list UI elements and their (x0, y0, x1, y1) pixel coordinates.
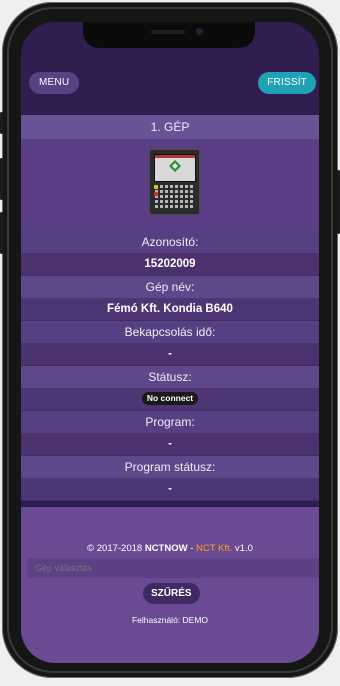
field-label-program: Program: (21, 411, 319, 433)
current-user: Felhasználó: DEMO (131, 615, 209, 625)
status-badge: No connect (141, 392, 199, 406)
field-label-program-status: Program státusz: (21, 456, 319, 478)
field-value-program-status: - (21, 478, 319, 501)
notch (83, 22, 255, 48)
field-label-id: Azonosító: (21, 231, 319, 253)
controller-red-key (154, 192, 158, 196)
phone-screen: MENU FRISSÍT 1. GÉP Azonosító: 15202009 … (21, 22, 319, 663)
controller-screen-bar (155, 155, 195, 158)
app-footer: © 2017-2018 NCTNOW - NCT Kft. v1.0 SZŰRÉ… (21, 507, 319, 663)
filter-button[interactable]: SZŰRÉS (143, 583, 200, 604)
field-value-poweron: - (21, 343, 319, 366)
field-label-poweron: Bekapcsolás idő: (21, 321, 319, 343)
volume-down-button (0, 212, 3, 254)
controller-screen (154, 154, 196, 182)
field-label-name: Gép név: (21, 276, 319, 298)
machine-image-row (21, 139, 319, 231)
controller-yellow-key (154, 185, 158, 189)
volume-up-button (0, 158, 3, 200)
field-value-id: 15202009 (21, 253, 319, 276)
mute-switch (0, 112, 3, 134)
menu-button[interactable]: MENU (29, 72, 80, 94)
field-value-status-row: No connect (21, 388, 319, 411)
copyright-years: © 2017-2018 (87, 543, 143, 554)
version-text: v1.0 (234, 543, 253, 554)
copyright-separator: - (187, 543, 197, 554)
refresh-button[interactable]: FRISSÍT (258, 72, 316, 94)
brand-name: NCTNOW (144, 543, 188, 554)
field-value-name: Fémó Kft. Kondia B640 (21, 298, 319, 321)
controller-logo-icon (169, 160, 181, 172)
cnc-controller-image (149, 149, 200, 215)
field-label-status: Státusz: (21, 366, 319, 388)
machine-panel: 1. GÉP Azonosító: 15202009 Gép név: Fémó… (21, 115, 319, 501)
speaker-grille (151, 30, 185, 34)
copyright-line: © 2017-2018 NCTNOW - NCT Kft. v1.0 (21, 543, 319, 554)
field-value-program: - (21, 433, 319, 456)
machine-title: 1. GÉP (21, 115, 319, 139)
company-link[interactable]: NCT Kft. (196, 543, 232, 554)
machine-select-input[interactable] (27, 558, 319, 578)
front-camera (196, 28, 203, 35)
controller-keypad (155, 184, 193, 208)
